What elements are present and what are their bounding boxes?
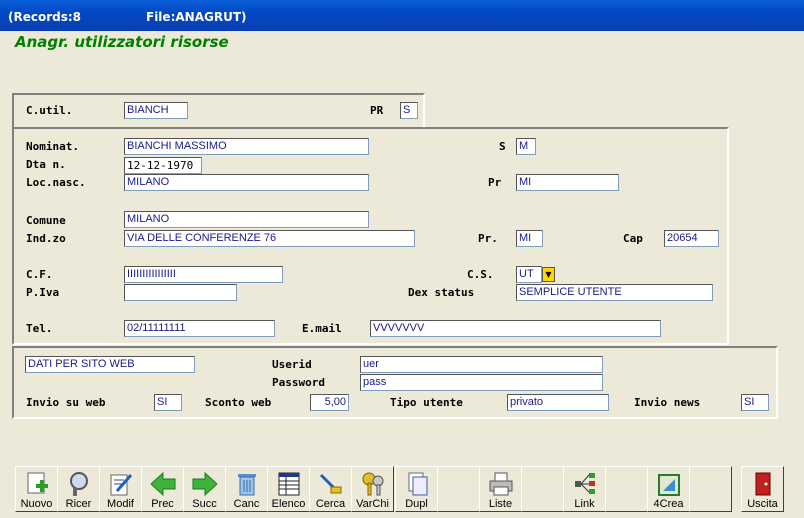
cap-field[interactable]: 20654 [664,230,719,247]
birthplace-field[interactable]: MILANO [124,174,369,191]
list-icon [278,472,299,496]
create-icon [657,474,680,496]
empty-button-4[interactable] [689,466,732,512]
pr-field[interactable]: S [400,102,418,119]
address-field[interactable]: VIA DELLE CONFERENZE 76 [124,230,415,247]
pr-label: PR [370,104,384,117]
comune-field[interactable]: MILANO [124,211,369,228]
next-button[interactable]: Succ [183,466,226,512]
page-title: Anagr. utilizzatori risorse [15,33,229,51]
search-icon [69,472,88,496]
delete-button[interactable]: Canc [225,466,268,512]
link-button[interactable]: Link [563,466,606,512]
tipo-utente-label: Tipo utente [390,396,463,409]
exit-icon [755,472,770,496]
nominat-field[interactable]: BIANCHI MASSIMO [124,138,369,155]
arrow-left-icon [149,471,175,497]
cutil-field[interactable]: BIANCH [124,102,188,119]
empty-button-3[interactable] [605,466,648,512]
password-field[interactable]: pass [360,374,603,391]
tel-label: Tel. [26,322,53,335]
cutil-label: C.util. [26,104,73,117]
new-icon [27,472,48,494]
link-icon [574,473,595,494]
create-button[interactable]: 4Crea [647,466,690,512]
nominat-label: Nominat. [26,140,79,153]
sconto-web-label: Sconto web [205,396,272,409]
sex-field[interactable]: M [516,138,536,155]
userid-field[interactable]: uer [360,356,603,373]
invio-news-label: Invio news [634,396,701,409]
empty-button-2[interactable] [521,466,564,512]
records-count: (Records:8 [8,10,82,24]
keys-icon [362,472,383,496]
file-name: File:ANAGRUT) [146,10,247,24]
duplicate-icon [408,472,427,496]
cs-dropdown-icon[interactable]: ▼ [542,267,555,282]
cs-field[interactable]: UT [516,266,542,283]
lists-button[interactable]: Liste [479,466,522,512]
empty-button-1[interactable] [437,466,480,512]
tel-field[interactable]: 02/11111111 [124,320,275,337]
new-button[interactable]: Nuovo [15,466,58,512]
invio-news-field[interactable]: SI [741,394,769,411]
invio-web-field[interactable]: SI [154,394,182,411]
edit-icon [110,474,132,496]
trash-icon [237,474,256,496]
title-bar: (Records:8 File:ANAGRUT) [0,0,804,31]
userid-label: Userid [272,358,312,371]
birth-province-label: Pr [488,176,502,189]
key-panel [12,93,425,129]
invio-web-label: Invio su web [26,396,106,409]
dexstatus-label: Dex status [408,286,475,299]
web-section-field[interactable]: DATI PER SITO WEB [25,356,195,373]
dexstatus-field[interactable]: SEMPLICE UTENTE [516,284,713,301]
edit-button[interactable]: Modif [99,466,142,512]
prev-button[interactable]: Prec [141,466,184,512]
cf-label: C.F. [26,268,53,281]
email-field[interactable]: VVVVVVV [370,320,661,337]
exit-button[interactable]: Uscita [741,466,784,512]
cap-label: Cap [623,232,643,245]
sex-label: S [499,140,506,153]
birthdate-label: Dta n. [26,158,66,171]
sconto-web-field[interactable]: 5,00 [310,394,349,411]
arrow-right-icon [192,471,218,497]
find-button[interactable]: Cerca [309,466,352,512]
cs-label: C.S. [467,268,494,281]
printer-icon [489,472,512,496]
list-button[interactable]: Elenco [267,466,310,512]
toolbar: Nuovo Ricer Modif Prec Succ Canc Elenco … [10,463,785,514]
comune-label: Comune [26,214,66,227]
tipo-utente-field[interactable]: privato [507,394,609,411]
province-field[interactable]: MI [516,230,543,247]
piva-field[interactable] [124,284,237,301]
birthdate-field[interactable]: 12-12-1970 [124,157,202,174]
cf-field[interactable]: IIIIIIIIIIIIIIII [124,266,283,283]
email-label: E.mail [302,322,342,335]
address-label: Ind.zo [26,232,66,245]
password-label: Password [272,376,325,389]
piva-label: P.Iva [26,286,60,299]
search-button[interactable]: Ricer [57,466,100,512]
birthplace-label: Loc.nasc. [26,176,86,189]
duplicate-button[interactable]: Dupl [395,466,438,512]
birth-province-field[interactable]: MI [516,174,619,191]
find-icon [319,473,341,494]
change-keys-button[interactable]: VarChi [351,466,394,512]
province-label: Pr. [478,232,498,245]
